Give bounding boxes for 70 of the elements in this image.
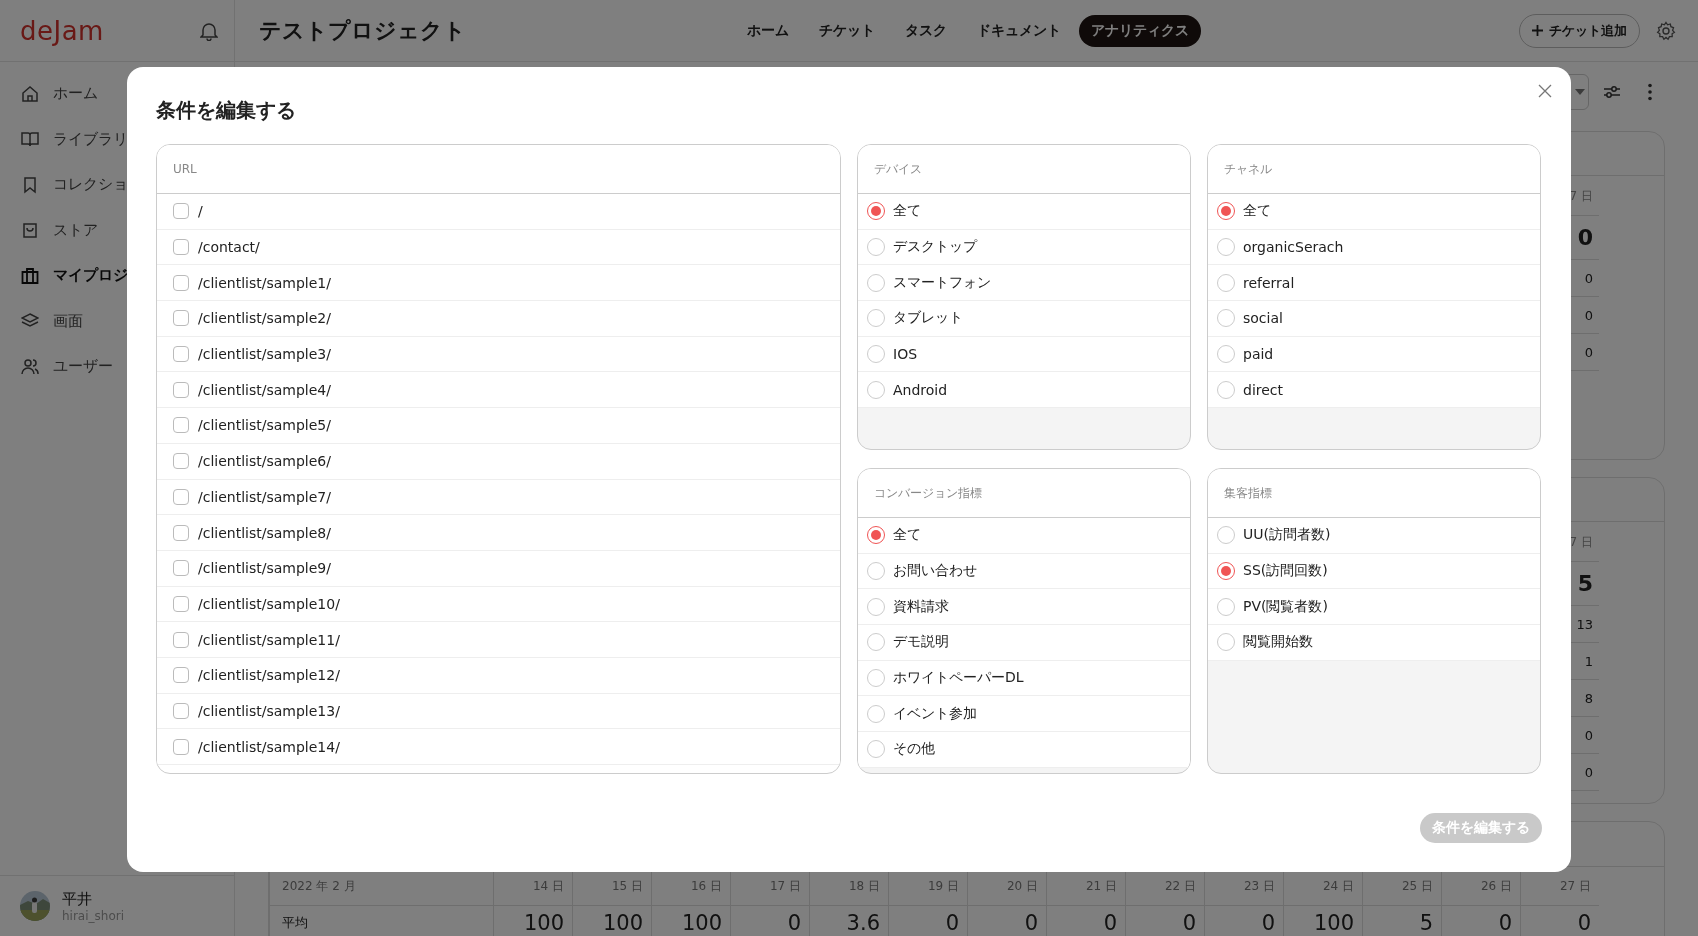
option-label: タブレット: [893, 309, 963, 328]
option-label: paid: [1243, 346, 1274, 363]
option-label: その他: [893, 740, 935, 759]
table-cell: 0: [1441, 906, 1520, 936]
option-label: デモ説明: [893, 633, 949, 652]
option-label: /clientlist/sample12/: [198, 667, 340, 684]
option-label: スマートフォン: [893, 273, 991, 292]
option-label: 資料請求: [893, 597, 949, 616]
option-label: /clientlist/sample11/: [198, 631, 340, 648]
option-label: IOS: [893, 346, 918, 363]
table-cell: 100: [572, 906, 651, 936]
table-cell: 100: [493, 906, 572, 936]
table-cell: 0: [1046, 906, 1125, 936]
table-cell: 0: [967, 906, 1046, 936]
option-label: /clientlist/sample3/: [198, 346, 331, 363]
option-label: organicSerach: [1243, 239, 1344, 256]
nav-tab[interactable]: ドキュメント: [964, 14, 1073, 47]
option-label: referral: [1243, 274, 1295, 291]
nav-tab[interactable]: ホーム: [734, 14, 801, 47]
option-label: /contact/: [198, 239, 260, 256]
option-label: /clientlist/sample1/: [198, 274, 331, 291]
option-label: 閲覧開始数: [1243, 633, 1313, 652]
option-label: SS(訪問回数): [1243, 562, 1328, 581]
option-label: 全て: [1243, 202, 1271, 221]
table-cell: 0: [1520, 906, 1599, 936]
option-label: /clientlist/sample8/: [198, 524, 331, 541]
project-title: テストプロジェクト: [259, 17, 466, 43]
option-label: social: [1243, 310, 1283, 327]
panel-title: 集客指標: [1224, 484, 1272, 502]
logo[interactable]: deJam: [20, 15, 104, 46]
table-cell: 100: [1283, 906, 1362, 936]
table-cell-text: 平均: [281, 914, 309, 932]
column-header: 2022 年 2 月: [281, 878, 357, 895]
option-label: /clientlist/sample7/: [198, 488, 331, 505]
table-cell: 0: [888, 906, 967, 936]
option-label: /clientlist/sample2/: [198, 310, 331, 327]
option-label: /clientlist/sample9/: [198, 560, 331, 577]
option-label: /clientlist/sample13/: [198, 702, 340, 719]
option-label: お問い合わせ: [893, 562, 977, 581]
nav-tab[interactable]: アナリティクス: [1078, 14, 1201, 47]
table-cell: 0: [730, 906, 809, 936]
option-label: イベント参加: [893, 704, 977, 723]
table-cell: 0: [1125, 906, 1204, 936]
option-label: /clientlist/sample10/: [198, 595, 340, 612]
option-label: ホワイトペーパーDL: [893, 669, 1024, 688]
add-ticket-button[interactable]: チケット追加: [1519, 13, 1640, 48]
option-label: 全て: [893, 526, 921, 545]
option-label: /clientlist/sample14/: [198, 738, 340, 755]
panel-title: デバイス: [874, 160, 922, 178]
table-cell: 5: [1362, 906, 1441, 936]
table-cell: 3.6: [809, 906, 888, 936]
option-label: /clientlist/sample4/: [198, 381, 331, 398]
option-label: /clientlist/sample6/: [198, 453, 331, 470]
panel-title: コンバージョン指標: [874, 484, 982, 502]
nav-tab[interactable]: チケット: [806, 14, 887, 47]
option-label: /: [198, 203, 203, 220]
user-name: 平井: [62, 889, 93, 909]
table-cell: 0: [1204, 906, 1283, 936]
option-label: UU(訪問者数): [1243, 526, 1331, 545]
option-label: /clientlist/sample5/: [198, 417, 331, 434]
option-label: 全て: [893, 202, 921, 221]
option-label: Android: [893, 381, 948, 398]
option-label: direct: [1243, 381, 1284, 398]
nav-tab[interactable]: タスク: [892, 14, 959, 47]
dialog-title: 条件を編集する: [156, 97, 297, 124]
panel-title: URL: [173, 162, 197, 176]
panel-title: チャネル: [1224, 160, 1272, 178]
table-cell: 100: [651, 906, 730, 936]
option-label: デスクトップ: [893, 238, 977, 257]
option-label: PV(閲覧者数): [1243, 597, 1328, 616]
